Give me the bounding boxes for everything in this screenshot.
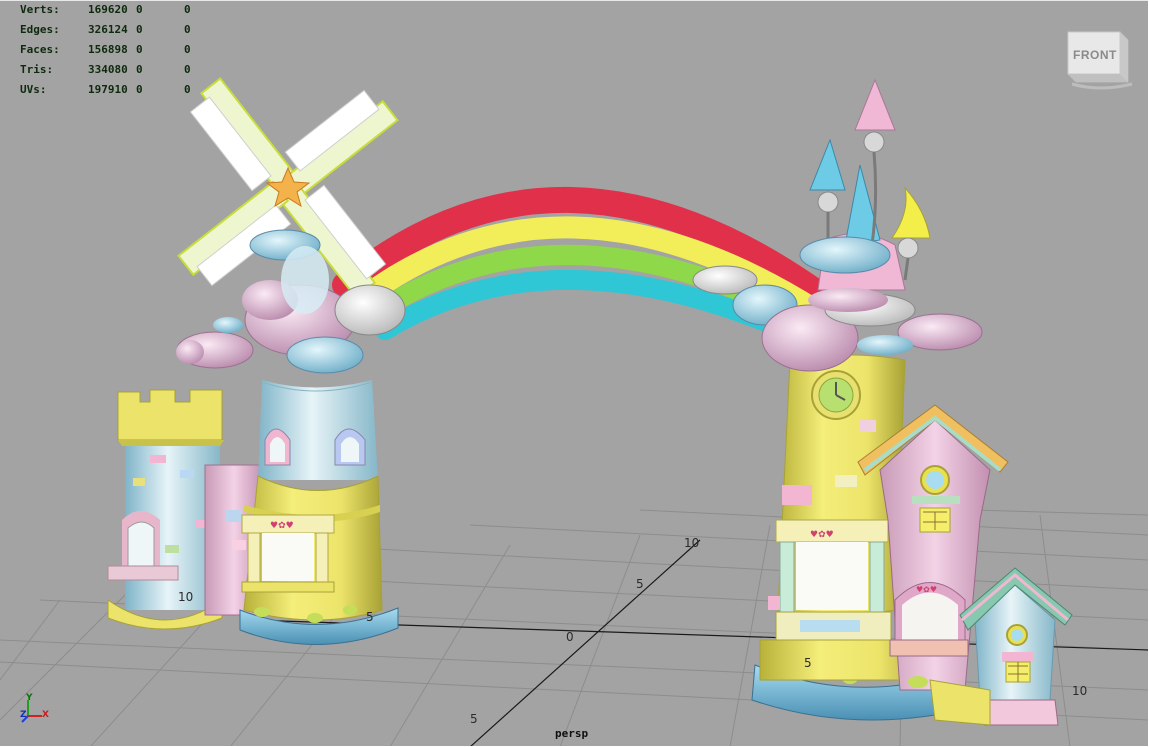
- hud-value: 156898: [88, 43, 128, 56]
- axis-y-label: Y: [26, 693, 33, 703]
- hud-row: Verts: 169620 0 0: [20, 0, 204, 20]
- hud-row: UVs: 197910 0 0: [20, 80, 204, 100]
- svg-text:♥✿♥: ♥✿♥: [810, 530, 834, 540]
- hud-value: 0: [136, 63, 143, 76]
- hud-value: 197910: [88, 83, 128, 96]
- maya-perspective-viewport[interactable]: ♥✿♥ ♥✿♥ ♥✿♥ Verts: 169620 0 0 Edges: 326…: [0, 0, 1149, 747]
- left-main-tower: ♥✿♥: [239, 380, 399, 645]
- grid-label: 10: [178, 590, 194, 604]
- poly-count-hud: Verts: 169620 0 0 Edges: 326124 0 0 Faces: 156898…: [20, 0, 204, 100]
- hud-label: Faces:: [20, 43, 60, 56]
- hud-value: 0: [136, 83, 143, 96]
- hud-value: 334080: [88, 63, 128, 76]
- hud-value: 326124: [88, 23, 128, 36]
- hud-value: 0: [136, 3, 143, 16]
- grid-label: 10: [1072, 684, 1088, 698]
- hud-value: 0: [184, 63, 191, 76]
- hud-row: Tris: 334080 0 0: [20, 60, 204, 80]
- hud-label: Edges:: [20, 23, 60, 36]
- grid-label: 5: [636, 577, 644, 591]
- scene-render[interactable]: ♥✿♥ ♥✿♥ ♥✿♥: [0, 0, 1149, 747]
- svg-text:♥✿♥: ♥✿♥: [916, 585, 937, 594]
- axis-x-label: X: [42, 710, 49, 720]
- grid-label: 5: [470, 712, 478, 726]
- hud-label: Verts:: [20, 3, 60, 16]
- hud-row: Faces: 156898 0 0: [20, 40, 204, 60]
- hud-value: 0: [184, 43, 191, 56]
- hud-value: 0: [136, 43, 143, 56]
- grid-label: 10: [684, 536, 700, 550]
- grid-label: 5: [804, 656, 812, 670]
- hud-value: 169620: [88, 3, 128, 16]
- grid-label: 5: [366, 610, 374, 624]
- viewcube-face-label[interactable]: FRONT: [1073, 48, 1117, 62]
- hud-value: 0: [184, 23, 191, 36]
- hud-row: Edges: 326124 0 0: [20, 20, 204, 40]
- hud-label: UVs:: [20, 83, 47, 96]
- hud-label: Tris:: [20, 63, 54, 76]
- axis-z-label: Z: [20, 710, 27, 720]
- grid-label: 0: [566, 630, 574, 644]
- camera-name-label: persp: [555, 727, 589, 740]
- hud-value: 0: [184, 3, 191, 16]
- hud-value: 0: [184, 83, 191, 96]
- svg-text:♥✿♥: ♥✿♥: [270, 521, 294, 531]
- hud-value: 0: [136, 23, 143, 36]
